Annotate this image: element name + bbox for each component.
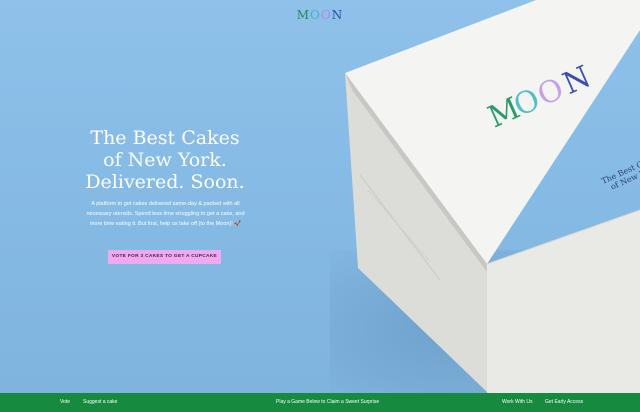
footer-link-work[interactable]: Work With Us xyxy=(502,393,532,412)
logo-letter-o1: O xyxy=(310,8,321,22)
logo-letter-n: N xyxy=(331,8,344,22)
cake-box-image: M O O N The Best C of New Y xyxy=(345,0,640,393)
hero-section: M O O N The Best C of New Y MOON The Bes… xyxy=(0,0,640,393)
logo-letter-o2: O xyxy=(320,8,332,22)
headline-line-2: of New York. xyxy=(103,149,227,171)
logo-letter-m: M xyxy=(296,8,311,22)
headline-line-1: The Best Cakes xyxy=(90,127,240,149)
footer-link-early-access[interactable]: Get Early Access xyxy=(545,393,583,412)
footer-link-vote[interactable]: Vote xyxy=(60,393,70,412)
headline-line-3: Delivered. Soon. xyxy=(85,171,245,193)
footer-bar: Vote Suggest a cake Play a Game Below to… xyxy=(0,393,640,412)
vote-cta-button[interactable]: VOTE FOR 3 CAKES TO GET A CUPCAKE xyxy=(108,250,221,264)
footer-link-suggest[interactable]: Suggest a cake xyxy=(83,393,117,412)
hero-headline: The Best Cakes of New York. Delivered. S… xyxy=(80,127,250,193)
site-logo[interactable]: MOON xyxy=(0,8,640,22)
footer-link-play[interactable]: Play a Game Below to Claim a Sweet Surpr… xyxy=(276,393,379,412)
hero-description: A platform to get cakes delivered same-d… xyxy=(86,201,245,227)
